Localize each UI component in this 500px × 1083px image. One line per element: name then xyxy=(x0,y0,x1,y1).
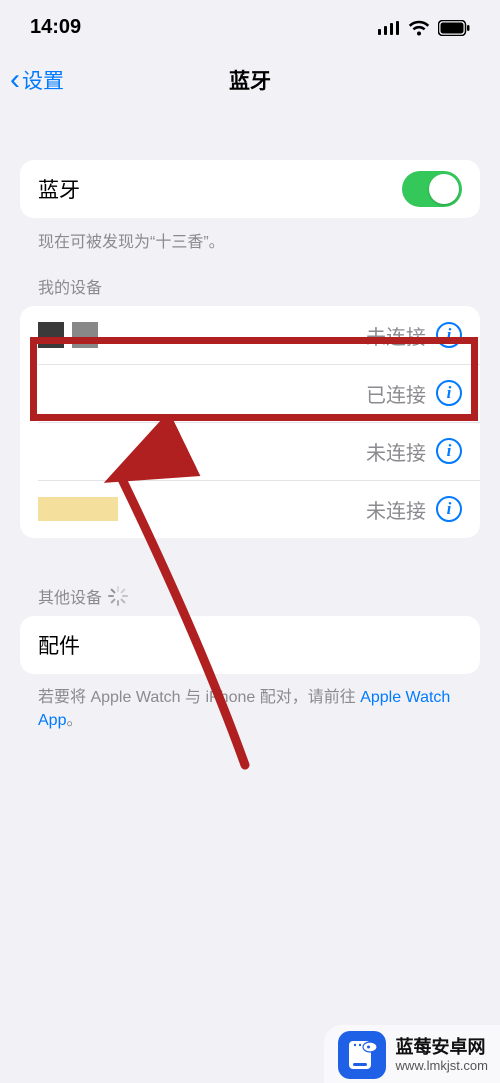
accessories-label: 配件 xyxy=(38,630,80,660)
my-devices-group: 未连接 i 已连接 i 未连接 i 未连接 i xyxy=(20,306,480,538)
bluetooth-label: 蓝牙 xyxy=(38,174,80,204)
battery-icon xyxy=(438,20,470,36)
status-bar: 14:09 xyxy=(0,0,500,55)
device-row[interactable]: 未连接 i xyxy=(20,306,480,364)
status-time: 14:09 xyxy=(30,16,81,39)
device-status: 未连接 xyxy=(366,495,426,524)
chevron-left-icon: ‹ xyxy=(10,65,20,95)
redacted-device-name xyxy=(38,497,118,521)
bluetooth-toggle[interactable] xyxy=(402,171,462,207)
wifi-icon xyxy=(408,20,430,36)
pairing-hint: 若要将 Apple Watch 与 iPhone 配对，请前往 Apple Wa… xyxy=(20,674,480,744)
device-status: 已连接 xyxy=(366,379,426,408)
device-status: 未连接 xyxy=(366,321,426,350)
info-icon[interactable]: i xyxy=(436,380,462,406)
my-devices-header: 我的设备 xyxy=(20,252,480,306)
device-status: 未连接 xyxy=(366,437,426,466)
device-row[interactable]: 未连接 i xyxy=(20,480,480,538)
watermark-logo xyxy=(338,1031,386,1079)
device-row[interactable]: 未连接 i xyxy=(20,422,480,480)
bluetooth-row[interactable]: 蓝牙 xyxy=(20,160,480,218)
device-row[interactable]: 已连接 i xyxy=(20,364,480,422)
info-icon[interactable]: i xyxy=(436,496,462,522)
back-label: 设置 xyxy=(22,65,64,95)
info-icon[interactable]: i xyxy=(436,438,462,464)
page-title: 蓝牙 xyxy=(229,65,271,95)
watermark-title: 蓝莓安卓网 xyxy=(396,1036,488,1059)
info-icon[interactable]: i xyxy=(436,322,462,348)
discoverable-text: 现在可被发现为“十三香”。 xyxy=(20,218,480,252)
spinner-icon xyxy=(108,586,128,606)
redacted-device-name xyxy=(38,322,98,348)
back-button[interactable]: ‹ 设置 xyxy=(10,65,64,95)
watermark: 蓝莓安卓网 www.lmkjst.com xyxy=(324,1025,500,1083)
other-devices-group: 配件 xyxy=(20,616,480,674)
bluetooth-group: 蓝牙 xyxy=(20,160,480,218)
nav-bar: ‹ 设置 蓝牙 xyxy=(0,55,500,105)
status-indicators xyxy=(378,20,470,36)
watermark-url: www.lmkjst.com xyxy=(396,1058,488,1074)
accessories-row[interactable]: 配件 xyxy=(20,616,480,674)
cellular-icon xyxy=(378,21,400,35)
other-devices-header: 其他设备 xyxy=(20,538,480,616)
